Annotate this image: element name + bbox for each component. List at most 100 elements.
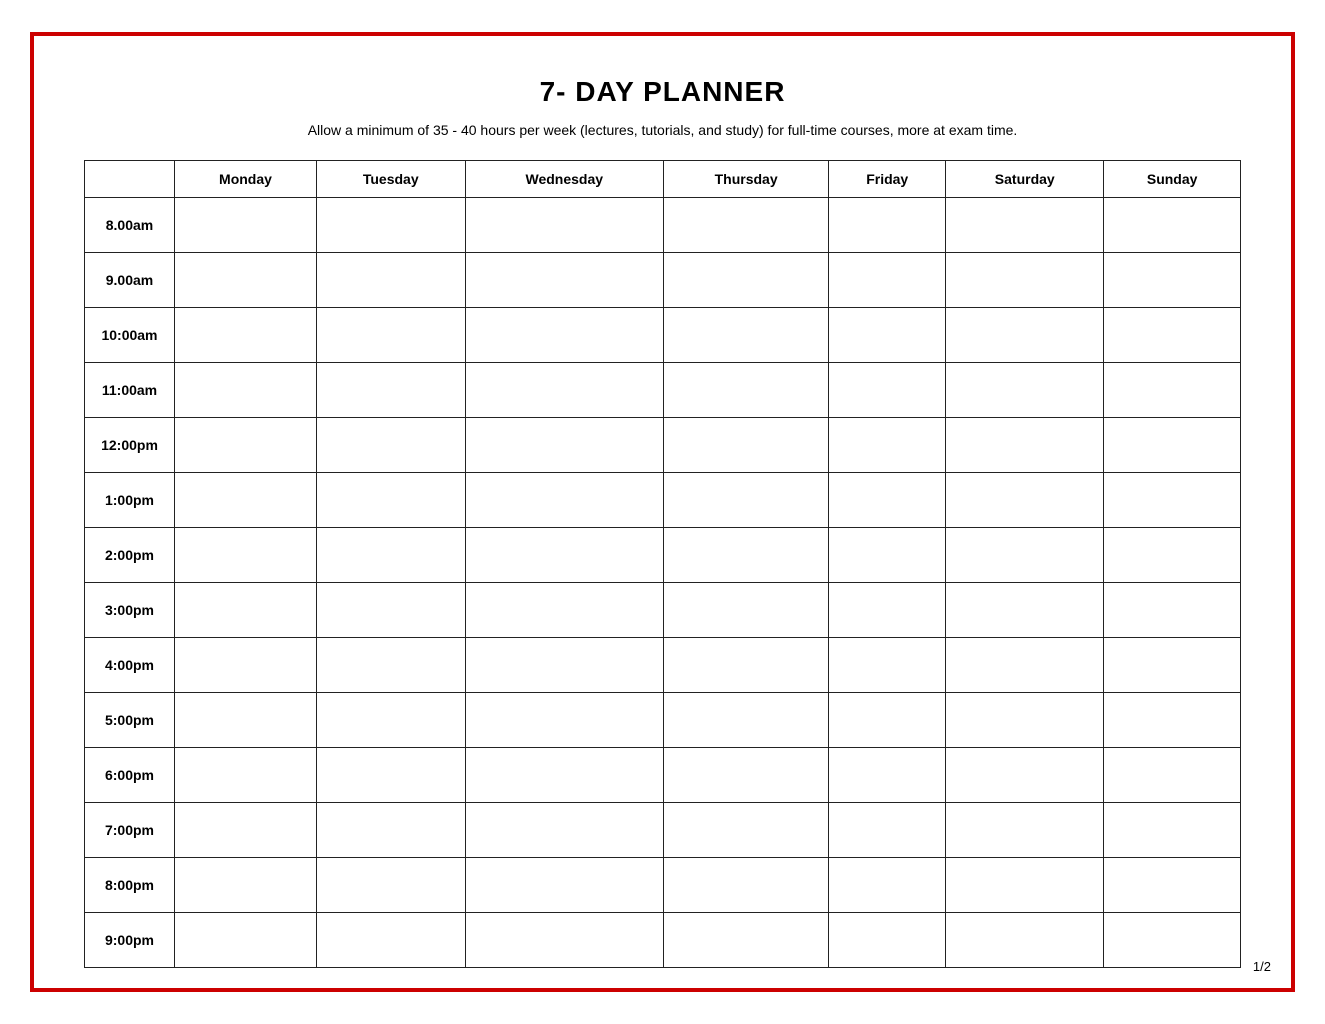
- schedule-cell[interactable]: [1104, 583, 1241, 638]
- schedule-cell[interactable]: [1104, 418, 1241, 473]
- schedule-cell[interactable]: [664, 418, 829, 473]
- schedule-cell[interactable]: [829, 748, 946, 803]
- schedule-cell[interactable]: [316, 858, 465, 913]
- schedule-cell[interactable]: [316, 693, 465, 748]
- schedule-cell[interactable]: [465, 583, 664, 638]
- schedule-cell[interactable]: [316, 638, 465, 693]
- schedule-cell[interactable]: [175, 693, 317, 748]
- time-cell: 5:00pm: [85, 693, 175, 748]
- schedule-cell[interactable]: [946, 583, 1104, 638]
- schedule-cell[interactable]: [946, 803, 1104, 858]
- schedule-cell[interactable]: [465, 693, 664, 748]
- schedule-cell[interactable]: [829, 583, 946, 638]
- schedule-cell[interactable]: [664, 693, 829, 748]
- schedule-cell[interactable]: [316, 803, 465, 858]
- schedule-cell[interactable]: [175, 858, 317, 913]
- schedule-cell[interactable]: [664, 583, 829, 638]
- schedule-cell[interactable]: [316, 198, 465, 253]
- schedule-cell[interactable]: [175, 363, 317, 418]
- schedule-cell[interactable]: [664, 308, 829, 363]
- schedule-cell[interactable]: [316, 363, 465, 418]
- schedule-cell[interactable]: [465, 913, 664, 968]
- schedule-cell[interactable]: [175, 638, 317, 693]
- schedule-cell[interactable]: [316, 253, 465, 308]
- schedule-cell[interactable]: [465, 308, 664, 363]
- schedule-cell[interactable]: [1104, 748, 1241, 803]
- schedule-cell[interactable]: [946, 308, 1104, 363]
- schedule-cell[interactable]: [465, 198, 664, 253]
- schedule-cell[interactable]: [465, 363, 664, 418]
- schedule-cell[interactable]: [316, 308, 465, 363]
- schedule-cell[interactable]: [1104, 858, 1241, 913]
- schedule-cell[interactable]: [175, 748, 317, 803]
- table-row: 2:00pm: [85, 528, 1241, 583]
- schedule-cell[interactable]: [829, 858, 946, 913]
- schedule-cell[interactable]: [946, 693, 1104, 748]
- schedule-cell[interactable]: [664, 803, 829, 858]
- schedule-cell[interactable]: [829, 528, 946, 583]
- schedule-cell[interactable]: [175, 913, 317, 968]
- schedule-cell[interactable]: [664, 858, 829, 913]
- schedule-cell[interactable]: [175, 198, 317, 253]
- schedule-cell[interactable]: [946, 363, 1104, 418]
- schedule-cell[interactable]: [316, 913, 465, 968]
- schedule-cell[interactable]: [316, 418, 465, 473]
- schedule-cell[interactable]: [175, 308, 317, 363]
- schedule-cell[interactable]: [946, 418, 1104, 473]
- schedule-cell[interactable]: [946, 253, 1104, 308]
- schedule-cell[interactable]: [829, 803, 946, 858]
- schedule-cell[interactable]: [829, 198, 946, 253]
- schedule-cell[interactable]: [1104, 803, 1241, 858]
- schedule-cell[interactable]: [946, 473, 1104, 528]
- schedule-cell[interactable]: [829, 418, 946, 473]
- schedule-cell[interactable]: [1104, 528, 1241, 583]
- schedule-cell[interactable]: [316, 528, 465, 583]
- schedule-cell[interactable]: [316, 473, 465, 528]
- schedule-cell[interactable]: [946, 748, 1104, 803]
- schedule-cell[interactable]: [316, 583, 465, 638]
- schedule-cell[interactable]: [946, 858, 1104, 913]
- schedule-cell[interactable]: [465, 253, 664, 308]
- schedule-cell[interactable]: [664, 473, 829, 528]
- schedule-cell[interactable]: [946, 638, 1104, 693]
- schedule-cell[interactable]: [1104, 693, 1241, 748]
- schedule-cell[interactable]: [175, 528, 317, 583]
- schedule-cell[interactable]: [946, 528, 1104, 583]
- schedule-cell[interactable]: [465, 418, 664, 473]
- schedule-cell[interactable]: [175, 803, 317, 858]
- schedule-cell[interactable]: [1104, 363, 1241, 418]
- schedule-cell[interactable]: [465, 638, 664, 693]
- schedule-cell[interactable]: [465, 473, 664, 528]
- schedule-cell[interactable]: [829, 693, 946, 748]
- schedule-cell[interactable]: [1104, 198, 1241, 253]
- schedule-cell[interactable]: [465, 528, 664, 583]
- schedule-cell[interactable]: [1104, 253, 1241, 308]
- schedule-cell[interactable]: [664, 253, 829, 308]
- schedule-cell[interactable]: [664, 363, 829, 418]
- schedule-cell[interactable]: [465, 748, 664, 803]
- schedule-cell[interactable]: [829, 253, 946, 308]
- schedule-cell[interactable]: [175, 253, 317, 308]
- schedule-cell[interactable]: [664, 913, 829, 968]
- schedule-cell[interactable]: [664, 748, 829, 803]
- schedule-cell[interactable]: [946, 913, 1104, 968]
- schedule-cell[interactable]: [946, 198, 1104, 253]
- schedule-cell[interactable]: [1104, 638, 1241, 693]
- schedule-cell[interactable]: [175, 473, 317, 528]
- schedule-cell[interactable]: [664, 528, 829, 583]
- schedule-cell[interactable]: [829, 913, 946, 968]
- schedule-cell[interactable]: [829, 638, 946, 693]
- schedule-cell[interactable]: [465, 803, 664, 858]
- schedule-cell[interactable]: [829, 363, 946, 418]
- schedule-cell[interactable]: [829, 473, 946, 528]
- schedule-cell[interactable]: [1104, 473, 1241, 528]
- schedule-cell[interactable]: [664, 198, 829, 253]
- schedule-cell[interactable]: [664, 638, 829, 693]
- schedule-cell[interactable]: [465, 858, 664, 913]
- schedule-cell[interactable]: [829, 308, 946, 363]
- schedule-cell[interactable]: [175, 418, 317, 473]
- schedule-cell[interactable]: [316, 748, 465, 803]
- schedule-cell[interactable]: [1104, 308, 1241, 363]
- schedule-cell[interactable]: [175, 583, 317, 638]
- schedule-cell[interactable]: [1104, 913, 1241, 968]
